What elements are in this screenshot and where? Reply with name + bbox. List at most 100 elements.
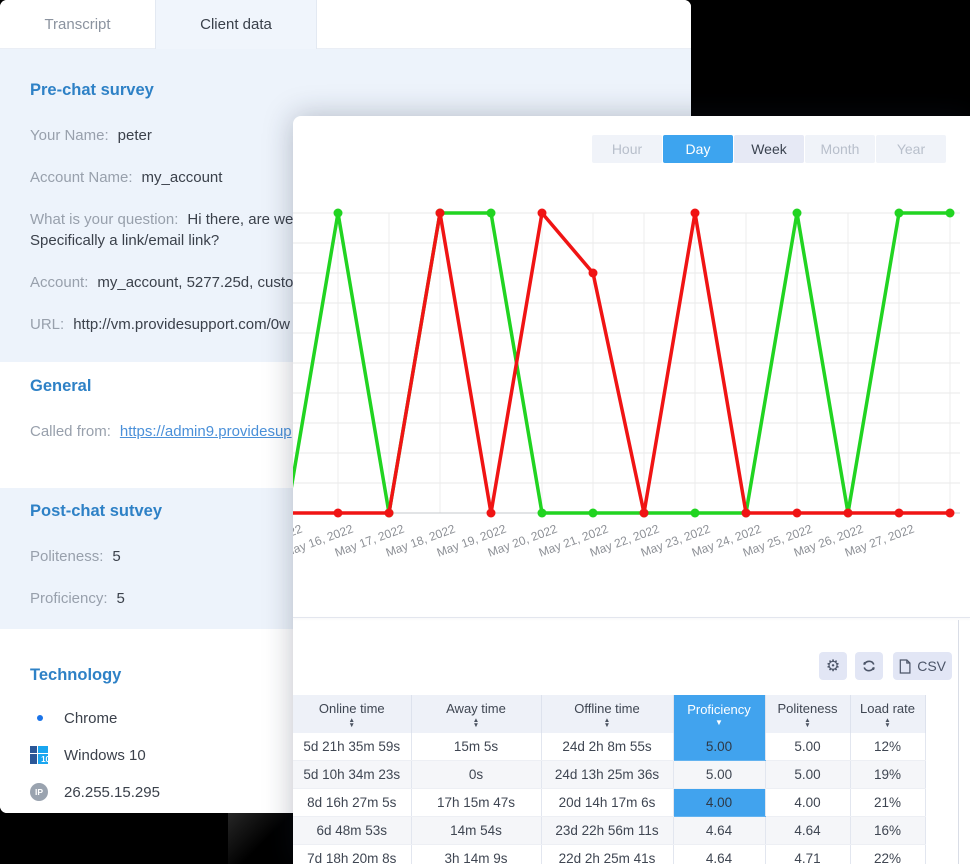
red-data-point [589, 269, 598, 278]
field-value: 5 [112, 548, 120, 565]
technology-label: Chrome [64, 710, 117, 727]
table-row: 5d 21h 35m 59s15m 5s24d 2h 8m 55s5.005.0… [293, 733, 925, 761]
field-label: Account: [30, 274, 88, 291]
table-cell: 5d 10h 34m 23s [293, 761, 411, 789]
field-label: Called from: [30, 423, 111, 440]
table-cell: 4.64 [765, 817, 850, 845]
ip-icon: IP [30, 782, 50, 802]
field-value: http://vm.providesupport.com/0w [73, 316, 290, 333]
field-value: my_account [142, 169, 223, 186]
red-data-point [487, 509, 496, 518]
column-header-away-time[interactable]: Away time ▲▼ [411, 695, 541, 733]
table-cell: 4.00 [673, 789, 765, 817]
sort-both-icon: ▲▼ [293, 718, 411, 728]
red-data-point [436, 209, 445, 218]
table-cell: 22d 2h 25m 41s [541, 845, 673, 864]
table-cell: 19% [850, 761, 925, 789]
red-data-point [742, 509, 751, 518]
export-csv-button[interactable]: CSV [893, 652, 952, 680]
column-header-label: Proficiency [687, 702, 751, 717]
green-data-point [691, 509, 700, 518]
field-value: Hi there, are we [187, 211, 293, 228]
table-cell: 5.00 [765, 733, 850, 761]
column-header-label: Politeness [778, 701, 838, 716]
range-tab-month[interactable]: Month [805, 135, 875, 163]
sort-both-icon: ▲▼ [851, 718, 925, 728]
sort-both-icon: ▲▼ [412, 718, 541, 728]
chrome-icon [30, 708, 50, 728]
statistics-popup: HourDayWeekMonthYear May 15, 2022May 16,… [293, 116, 970, 864]
tab-transcript[interactable]: Transcript [0, 0, 155, 48]
sort-both-icon: ▲▼ [542, 718, 673, 728]
column-header-politeness[interactable]: Politeness ▲▼ [765, 695, 850, 733]
table-row: 8d 16h 27m 5s17h 15m 47s20d 14h 17m 6s4.… [293, 789, 925, 817]
background-decoration [228, 813, 295, 864]
gear-icon: ⚙ [826, 656, 840, 676]
red-data-point [640, 509, 649, 518]
column-header-label: Away time [446, 701, 506, 716]
column-header-proficiency[interactable]: Proficiency▼ [673, 695, 765, 733]
field-label: Your Name: [30, 127, 109, 144]
refresh-button[interactable] [855, 652, 883, 680]
field-label: URL: [30, 316, 64, 333]
popup-divider [293, 617, 970, 618]
settings-button[interactable]: ⚙ [819, 652, 847, 680]
table-cell: 6d 48m 53s [293, 817, 411, 845]
table-row: 5d 10h 34m 23s0s24d 13h 25m 36s5.005.001… [293, 761, 925, 789]
field-label: Proficiency: [30, 590, 108, 607]
table-cell: 7d 18h 20m 8s [293, 845, 411, 864]
green-data-point [487, 209, 496, 218]
red-data-point [385, 509, 394, 518]
red-data-point [895, 509, 904, 518]
green-data-point [334, 209, 343, 218]
table-cell: 16% [850, 817, 925, 845]
range-tab-day[interactable]: Day [663, 135, 733, 163]
table-cell: 20d 14h 17m 6s [541, 789, 673, 817]
table-cell: 4.00 [765, 789, 850, 817]
field-value: my_account, 5277.25d, custor [97, 274, 298, 291]
field-label: Account Name: [30, 169, 133, 186]
windows-icon: 10 [30, 745, 50, 765]
column-header-label: Load rate [860, 701, 915, 716]
green-data-point [793, 209, 802, 218]
table-row: 7d 18h 20m 8s3h 14m 9s22d 2h 25m 41s4.64… [293, 845, 925, 864]
column-header-offline-time[interactable]: Offline time ▲▼ [541, 695, 673, 733]
table-cell: 5.00 [765, 761, 850, 789]
table-cell: 14m 54s [411, 817, 541, 845]
table-cell: 21% [850, 789, 925, 817]
agent-stats-table: Online time▲▼Away time▲▼Offline time▲▼Pr… [293, 695, 926, 864]
popup-scrollbar-track[interactable] [958, 620, 959, 864]
field-value: peter [118, 127, 152, 144]
table-cell: 12% [850, 733, 925, 761]
column-header-load-rate[interactable]: Load rate ▲▼ [850, 695, 925, 733]
field-value-line2: Specifically a link/email link? [30, 232, 219, 249]
table-cell: 5d 21h 35m 59s [293, 733, 411, 761]
tab-client-data[interactable]: Client data [155, 0, 317, 49]
table-cell: 17h 15m 47s [411, 789, 541, 817]
table-cell: 15m 5s [411, 733, 541, 761]
green-data-point [946, 209, 955, 218]
green-data-point [895, 209, 904, 218]
green-data-point [538, 509, 547, 518]
sort-both-icon: ▲▼ [766, 718, 850, 728]
table-cell: 8d 16h 27m 5s [293, 789, 411, 817]
red-data-point [793, 509, 802, 518]
range-tab-week[interactable]: Week [734, 135, 804, 163]
range-tab-hour[interactable]: Hour [592, 135, 662, 163]
red-data-point [538, 209, 547, 218]
column-header-label: Offline time [574, 701, 640, 716]
technology-label: 26.255.15.295 [64, 784, 160, 801]
called-from-link[interactable]: https://admin9.providesup [120, 423, 292, 440]
table-cell: 0s [411, 761, 541, 789]
column-header-label: Online time [319, 701, 385, 716]
table-cell: 5.00 [673, 733, 765, 761]
table-cell: 4.71 [765, 845, 850, 864]
field-label: What is your question: [30, 211, 178, 228]
table-cell: 3h 14m 9s [411, 845, 541, 864]
range-tab-year[interactable]: Year [876, 135, 946, 163]
desktop: { "left_panel": { "tabs": [ {"label": "T… [0, 0, 970, 864]
activity-line-chart: May 15, 2022May 16, 2022May 17, 2022May … [293, 176, 970, 586]
table-cell: 22% [850, 845, 925, 864]
column-header-online-time[interactable]: Online time ▲▼ [293, 695, 411, 733]
refresh-icon [861, 658, 877, 674]
